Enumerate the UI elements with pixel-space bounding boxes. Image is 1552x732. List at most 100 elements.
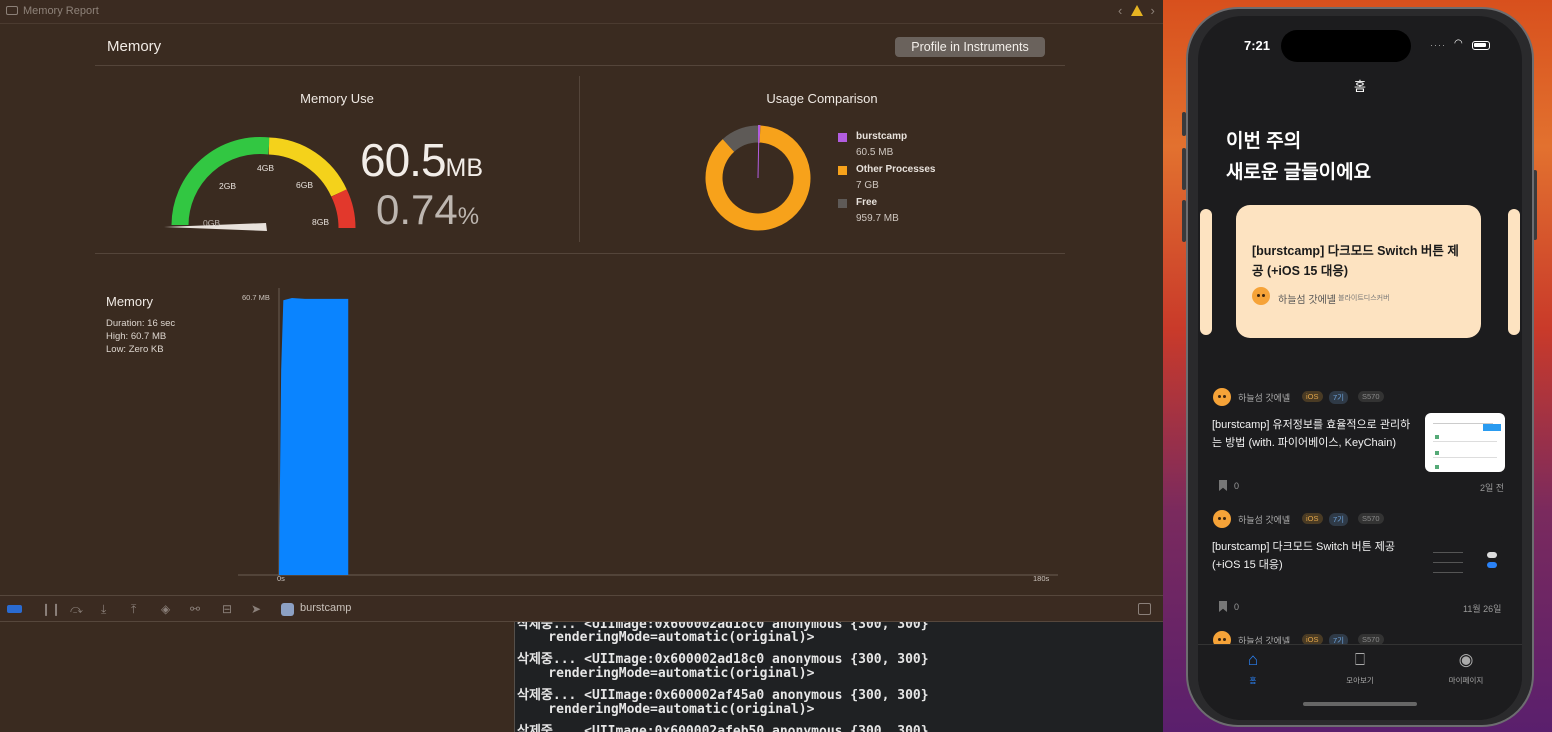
console-line: 삭제중... <UIImage:0x600002af45a0 anonymous… bbox=[517, 688, 929, 703]
memory-graph-icon[interactable]: ⚯ bbox=[190, 602, 200, 616]
screen-root: Memory Report ‹ › Memory Profile in Inst… bbox=[0, 0, 1552, 732]
gauge-label-0gb: 0GB bbox=[203, 218, 220, 228]
donut-slice-free bbox=[722, 125, 759, 153]
debug-app-name[interactable]: burstcamp bbox=[300, 602, 351, 614]
author-avatar bbox=[1213, 510, 1231, 528]
memory-percent: 0.74% bbox=[376, 186, 480, 233]
step-over-icon[interactable]: ⤼ bbox=[70, 602, 83, 617]
legend-swatch bbox=[838, 133, 847, 142]
console-line: renderingMode=automatic(original)> bbox=[517, 630, 815, 645]
post-thumbnail[interactable] bbox=[1425, 536, 1505, 595]
featured-author: 하늘섬 갓에녤 bbox=[1278, 295, 1336, 306]
toggle-debug-area-icon[interactable] bbox=[7, 605, 22, 613]
profile-in-instruments-button[interactable]: Profile in Instruments bbox=[895, 37, 1045, 57]
tab-collections[interactable]: ⎕ 모아보기 bbox=[1320, 649, 1400, 686]
post-tag: S570 bbox=[1358, 513, 1384, 524]
post-author: 하늘섬 갓에녤 bbox=[1238, 393, 1291, 403]
console-line: renderingMode=automatic(original)> bbox=[517, 702, 815, 717]
stat-low: Low: Zero KB bbox=[106, 344, 164, 355]
simulate-location-icon[interactable]: ➤ bbox=[251, 602, 261, 616]
post-time: 2일 전 bbox=[1480, 483, 1505, 493]
bookmark-icon: ⎕ bbox=[1354, 650, 1366, 669]
featured-post-title: [burstcamp] 다크모드 Switch 버튼 제공 (+iOS 15 대… bbox=[1252, 244, 1459, 278]
console-line: 삭제중... <UIImage:0x600002afeb50 anonymous… bbox=[517, 724, 929, 732]
cellular-signal-icon: ···· bbox=[1430, 40, 1446, 50]
memory-area-series bbox=[279, 298, 349, 575]
post-tag: S570 bbox=[1358, 391, 1384, 402]
status-time: 7:21 bbox=[1244, 38, 1271, 53]
divider bbox=[579, 76, 580, 242]
home-indicator bbox=[1303, 702, 1417, 706]
tab-home[interactable]: ⌂ 홈 bbox=[1213, 649, 1293, 686]
stat-duration: Duration: 16 sec bbox=[106, 318, 176, 329]
gauge-label-6gb: 6GB bbox=[296, 180, 313, 190]
post-tag: iOS bbox=[1302, 391, 1323, 402]
post-tag: iOS bbox=[1302, 513, 1323, 524]
debug-toolbar: ❙❙ ⤼ ⤓ ⤒ ◈ ⚯ ⊟ ➤ burstcamp bbox=[0, 595, 1163, 622]
step-into-icon[interactable]: ⤓ bbox=[101, 602, 106, 617]
report-icon bbox=[6, 6, 18, 15]
post-tag: 7기 bbox=[1329, 391, 1349, 404]
warning-icon[interactable] bbox=[1131, 5, 1143, 16]
bookmark-count: 0 bbox=[1234, 602, 1240, 612]
wifi-icon: ◠ bbox=[1454, 38, 1463, 49]
house-icon: ⌂ bbox=[1247, 650, 1259, 669]
section-heading-line1: 이번 주의 bbox=[1226, 131, 1302, 152]
console-output[interactable]: 삭제중... <UIImage:0x600002ad18c0 anonymous… bbox=[514, 622, 1163, 732]
tab-bar: ⌂ 홈 ⎕ 모아보기 ◉ 마이페이지 bbox=[1198, 644, 1522, 720]
console-toggle-icon[interactable] bbox=[1138, 603, 1151, 615]
carousel-card-prev[interactable] bbox=[1200, 209, 1212, 335]
console-line: renderingMode=automatic(original)> bbox=[517, 666, 815, 681]
bookmark-count: 0 bbox=[1234, 481, 1240, 491]
x-end-label: 180s bbox=[1033, 574, 1050, 583]
legend-swatch bbox=[838, 199, 847, 208]
y-max-label: 60.7 MB bbox=[242, 293, 270, 302]
stat-high: High: 60.7 MB bbox=[106, 331, 167, 342]
gauge-label-2gb: 2GB bbox=[219, 181, 236, 191]
memory-timeline-chart: 60.7 MB 0s 180s bbox=[238, 288, 1058, 583]
usage-comparison-title: Usage Comparison bbox=[766, 91, 878, 106]
bookmark-icon[interactable] bbox=[1219, 480, 1227, 491]
post-tag: 7기 bbox=[1329, 513, 1349, 526]
author-avatar bbox=[1252, 287, 1270, 305]
section-heading-line2: 새로운 글들이에요 bbox=[1226, 162, 1372, 183]
window-title: Memory Report bbox=[23, 5, 99, 17]
tab-mypage[interactable]: ◉ 마이페이지 bbox=[1426, 649, 1506, 686]
x-start-label: 0s bbox=[277, 574, 285, 583]
console-line: 삭제중... <UIImage:0x600002ad18c0 anonymous… bbox=[517, 652, 929, 667]
divider bbox=[95, 253, 1065, 254]
post-title[interactable]: [burstcamp] 다크모드 Switch 버튼 제공 (+iOS 15 대… bbox=[1212, 538, 1412, 574]
donut-slice-other-processes bbox=[705, 125, 811, 231]
post-thumbnail[interactable] bbox=[1425, 413, 1505, 472]
divider bbox=[95, 65, 1065, 66]
variables-view bbox=[0, 622, 514, 732]
phone-screen: 7:21 ···· ◠ 홈 이번 주의 새로운 글들이에요 [burstcamp… bbox=[1198, 16, 1522, 720]
person-icon: ◉ bbox=[1458, 650, 1474, 669]
nav-title: 홈 bbox=[1354, 79, 1366, 94]
memory-use-title: Memory Use bbox=[300, 91, 374, 106]
bookmark-icon[interactable] bbox=[1219, 601, 1227, 612]
step-out-icon[interactable]: ⤒ bbox=[131, 602, 136, 617]
gauge-label-8gb: 8GB bbox=[312, 217, 329, 227]
post-time: 11월 26일 bbox=[1463, 604, 1502, 614]
memory-gauge: 2GB 4GB 6GB 0GB 8GB bbox=[164, 137, 356, 231]
gauge-label-4gb: 4GB bbox=[257, 163, 274, 173]
timeline-title: Memory bbox=[106, 294, 153, 309]
report-title: Memory bbox=[107, 38, 162, 55]
post-title[interactable]: [burstcamp] 유저정보를 효율적으로 관리하는 방법 (with. 파… bbox=[1212, 416, 1412, 452]
memory-value: 60.5MB bbox=[360, 134, 484, 186]
author-avatar bbox=[1213, 388, 1231, 406]
carousel-card-next[interactable] bbox=[1508, 209, 1520, 335]
pause-icon[interactable]: ❙❙ bbox=[41, 602, 61, 616]
view-hierarchy-icon[interactable]: ◈ bbox=[161, 602, 170, 616]
legend-swatch bbox=[838, 166, 847, 175]
app-icon bbox=[281, 603, 294, 616]
post-author: 하늘섬 갓에녤 bbox=[1238, 515, 1291, 525]
dynamic-island bbox=[1281, 30, 1411, 62]
featured-blog-name: 블라이트디스커버 bbox=[1338, 295, 1390, 302]
usage-donut-chart bbox=[705, 125, 811, 231]
featured-post-card[interactable]: [burstcamp] 다크모드 Switch 버튼 제공 (+iOS 15 대… bbox=[1236, 205, 1481, 338]
window-titlebar: Memory Report ‹ › bbox=[0, 0, 1163, 24]
battery-icon bbox=[1472, 41, 1490, 50]
environment-overrides-icon[interactable]: ⊟ bbox=[222, 602, 232, 616]
